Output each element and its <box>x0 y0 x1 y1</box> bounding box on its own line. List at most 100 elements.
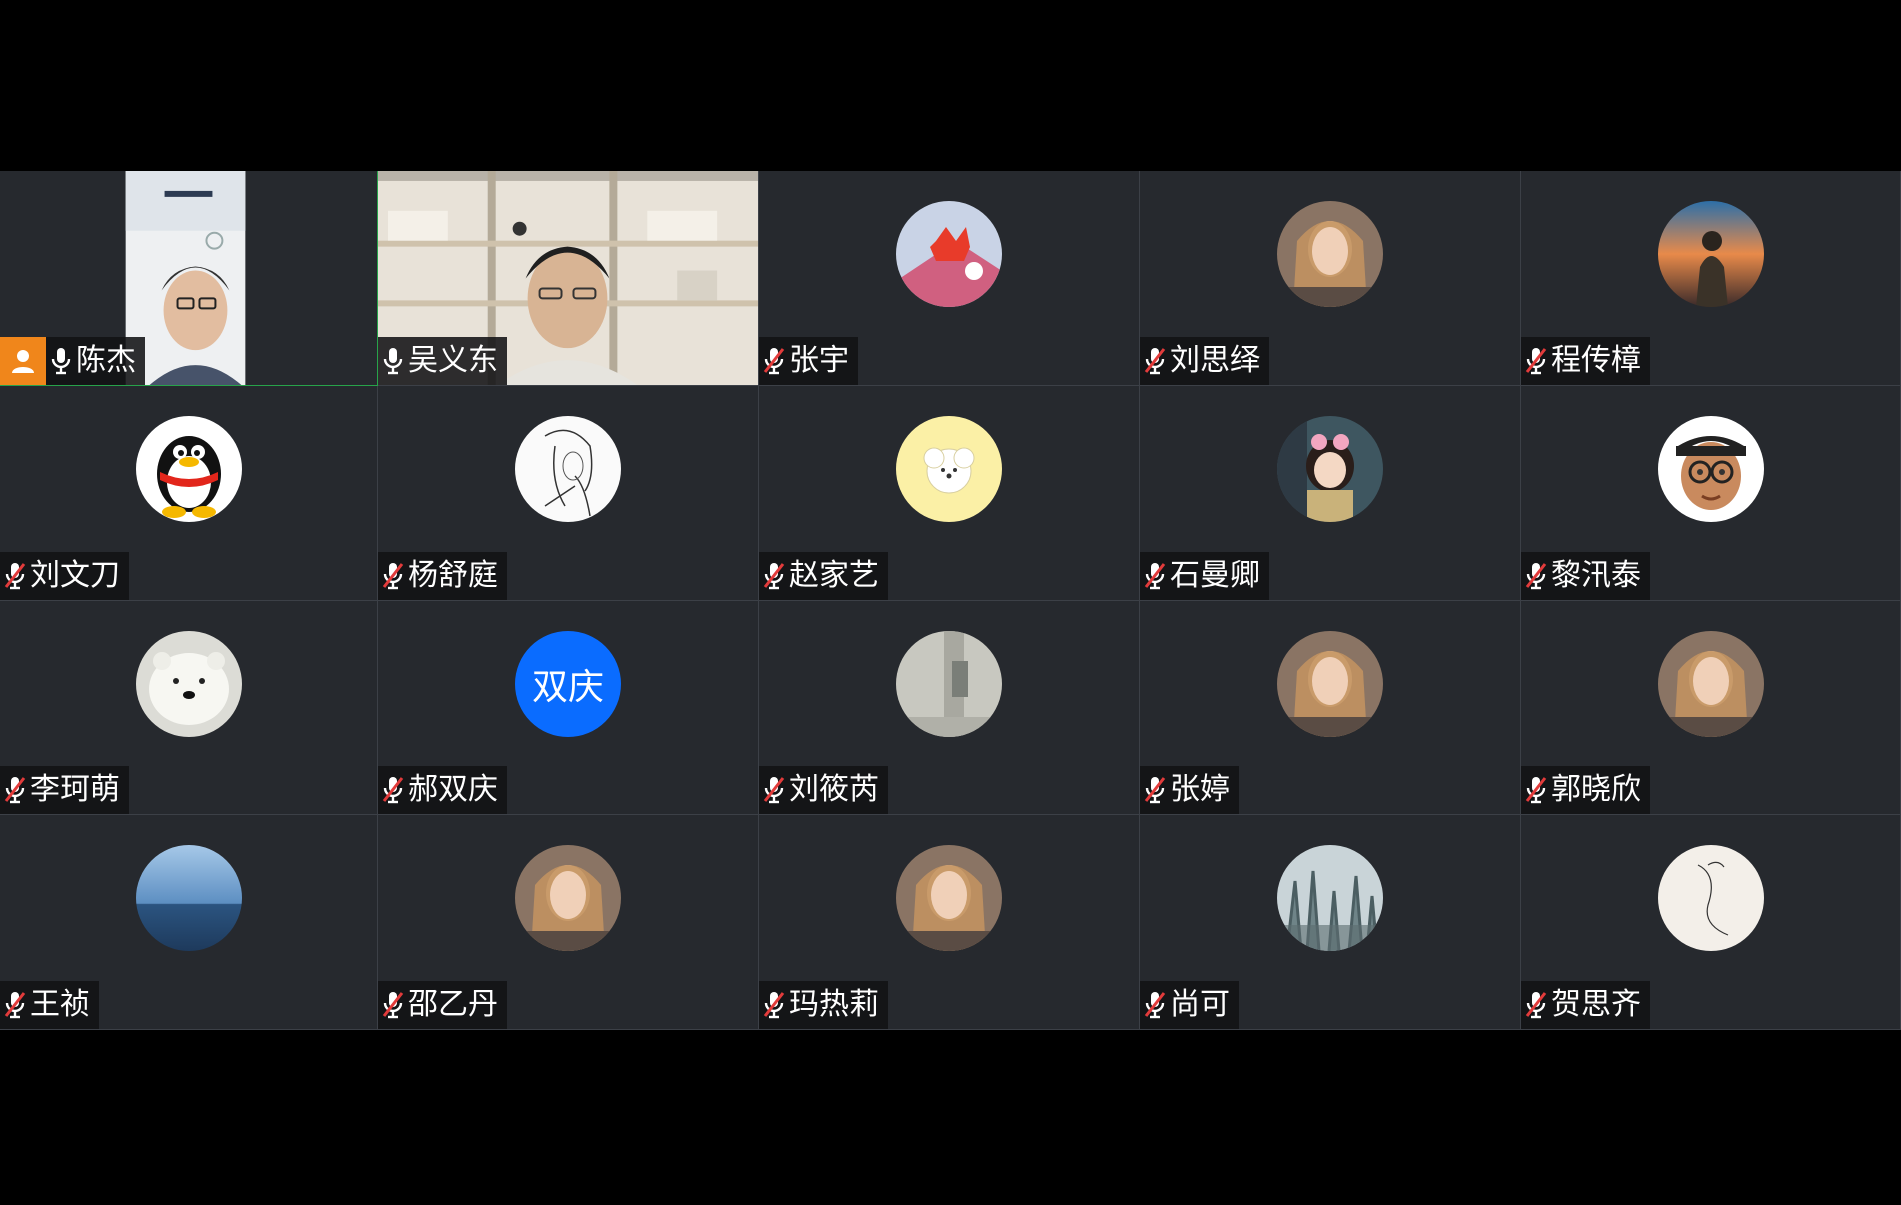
line-art-avatar <box>1657 845 1764 951</box>
mic-muted-icon <box>1140 773 1170 807</box>
participant-tile[interactable]: 陈杰 <box>0 171 378 386</box>
participant-name: 王祯 <box>30 987 90 1022</box>
mic-muted-icon <box>1140 988 1170 1022</box>
participant-tile[interactable]: 张宇 <box>759 171 1140 386</box>
avatar-initials: 双庆 <box>531 667 604 708</box>
participant-label: 张宇 <box>759 337 858 385</box>
participant-label: 吴义东 <box>378 337 507 385</box>
participant-tile[interactable]: 郭晓欣 <box>1521 601 1901 815</box>
participant-name: 张宇 <box>789 343 849 378</box>
sunset-photo-avatar <box>1657 201 1764 307</box>
mic-muted-icon <box>378 559 408 593</box>
mic-muted-icon <box>0 559 30 593</box>
participant-tile[interactable]: 刘文刀 <box>0 386 378 601</box>
cartoon-dog-avatar <box>896 416 1002 522</box>
participant-name: 吴义东 <box>408 343 498 378</box>
participant-name: 石曼卿 <box>1170 558 1260 593</box>
participant-name: 黎汛泰 <box>1551 558 1641 593</box>
participant-tile[interactable]: 双庆 郝双庆 <box>378 601 759 815</box>
participant-name: 刘筱芮 <box>789 772 879 807</box>
participant-tile[interactable]: 吴义东 <box>378 171 759 386</box>
participant-tile[interactable]: 刘筱芮 <box>759 601 1140 815</box>
participant-tile[interactable]: 张婷 <box>1140 601 1521 815</box>
participant-name: 郭晓欣 <box>1551 772 1641 807</box>
participant-tile[interactable]: 邵乙丹 <box>378 815 759 1030</box>
mic-muted-icon <box>378 773 408 807</box>
participant-tile[interactable]: 尚可 <box>1140 815 1521 1030</box>
participant-tile[interactable]: 王祯 <box>0 815 378 1030</box>
participant-name: 杨舒庭 <box>408 558 498 593</box>
mic-muted-icon <box>1140 559 1170 593</box>
participant-name: 刘思绎 <box>1170 343 1260 378</box>
sea-photo-avatar <box>135 845 242 951</box>
participant-tile[interactable]: 玛热莉 <box>759 815 1140 1030</box>
cartoon-fox-avatar <box>896 201 1002 307</box>
participant-label: 玛热莉 <box>759 981 888 1029</box>
participant-label: 邵乙丹 <box>378 981 507 1029</box>
mic-muted-icon <box>759 344 789 378</box>
mic-muted-icon <box>759 988 789 1022</box>
portrait-photo-avatar <box>515 845 621 951</box>
anime-girl-avatar <box>1277 416 1383 522</box>
mirror-photo-avatar <box>896 631 1002 737</box>
participant-grid: 陈杰 吴义东 张宇 刘思绎 程传樟 刘文刀 杨舒庭 赵家艺 石曼卿 黎汛泰 李珂… <box>0 171 1901 1030</box>
participant-name: 程传樟 <box>1551 343 1641 378</box>
mic-icon <box>46 344 76 378</box>
participant-name: 邵乙丹 <box>408 987 498 1022</box>
mic-muted-icon <box>1521 559 1551 593</box>
portrait-photo-avatar <box>1277 201 1383 307</box>
mic-muted-icon <box>759 559 789 593</box>
participant-name: 玛热莉 <box>789 987 879 1022</box>
participant-name: 郝双庆 <box>408 772 498 807</box>
portrait-photo-avatar <box>1277 631 1383 737</box>
participant-label: 王祯 <box>0 981 99 1029</box>
participant-label: 刘思绎 <box>1140 337 1269 385</box>
forest-painting-avatar <box>1277 845 1383 951</box>
mic-muted-icon <box>0 773 30 807</box>
participant-tile[interactable]: 赵家艺 <box>759 386 1140 601</box>
mic-muted-icon <box>1521 773 1551 807</box>
polar-bear-avatar <box>135 631 242 737</box>
participant-label: 刘筱芮 <box>759 766 888 814</box>
participant-label: 石曼卿 <box>1140 552 1269 600</box>
participant-label: 张婷 <box>1140 766 1239 814</box>
participant-tile[interactable]: 程传樟 <box>1521 171 1901 386</box>
memoji-avatar <box>1657 416 1764 522</box>
participant-label: 程传樟 <box>1521 337 1650 385</box>
qq-penguin-avatar <box>135 416 242 522</box>
participant-label: 李珂萌 <box>0 766 129 814</box>
participant-label: 尚可 <box>1140 981 1239 1029</box>
participant-name: 张婷 <box>1170 772 1230 807</box>
participant-tile[interactable]: 石曼卿 <box>1140 386 1521 601</box>
participant-label: 郝双庆 <box>378 766 507 814</box>
participant-name: 刘文刀 <box>30 558 120 593</box>
mic-muted-icon <box>759 773 789 807</box>
mic-icon <box>378 344 408 378</box>
participant-label: 赵家艺 <box>759 552 888 600</box>
participant-tile[interactable]: 刘思绎 <box>1140 171 1521 386</box>
participant-label: 黎汛泰 <box>1521 552 1650 600</box>
participant-label: 刘文刀 <box>0 552 129 600</box>
mic-muted-icon <box>1521 988 1551 1022</box>
mic-muted-icon <box>0 988 30 1022</box>
participant-label: 陈杰 <box>0 337 145 385</box>
participant-name: 赵家艺 <box>789 558 879 593</box>
sketch-drawing-avatar <box>515 416 621 522</box>
host-icon <box>0 337 46 385</box>
participant-name: 陈杰 <box>76 343 136 378</box>
mic-muted-icon <box>1140 344 1170 378</box>
mic-muted-icon <box>1521 344 1551 378</box>
portrait-photo-avatar <box>1657 631 1764 737</box>
participant-tile[interactable]: 杨舒庭 <box>378 386 759 601</box>
mic-muted-icon <box>378 988 408 1022</box>
portrait-photo-avatar <box>896 845 1002 951</box>
participant-name: 李珂萌 <box>30 772 120 807</box>
participant-name: 尚可 <box>1170 987 1230 1022</box>
participant-label: 杨舒庭 <box>378 552 507 600</box>
participant-tile[interactable]: 贺思齐 <box>1521 815 1901 1030</box>
initials-avatar: 双庆 <box>515 631 621 737</box>
participant-tile[interactable]: 黎汛泰 <box>1521 386 1901 601</box>
participant-tile[interactable]: 李珂萌 <box>0 601 378 815</box>
participant-name: 贺思齐 <box>1551 987 1641 1022</box>
participant-label: 郭晓欣 <box>1521 766 1650 814</box>
